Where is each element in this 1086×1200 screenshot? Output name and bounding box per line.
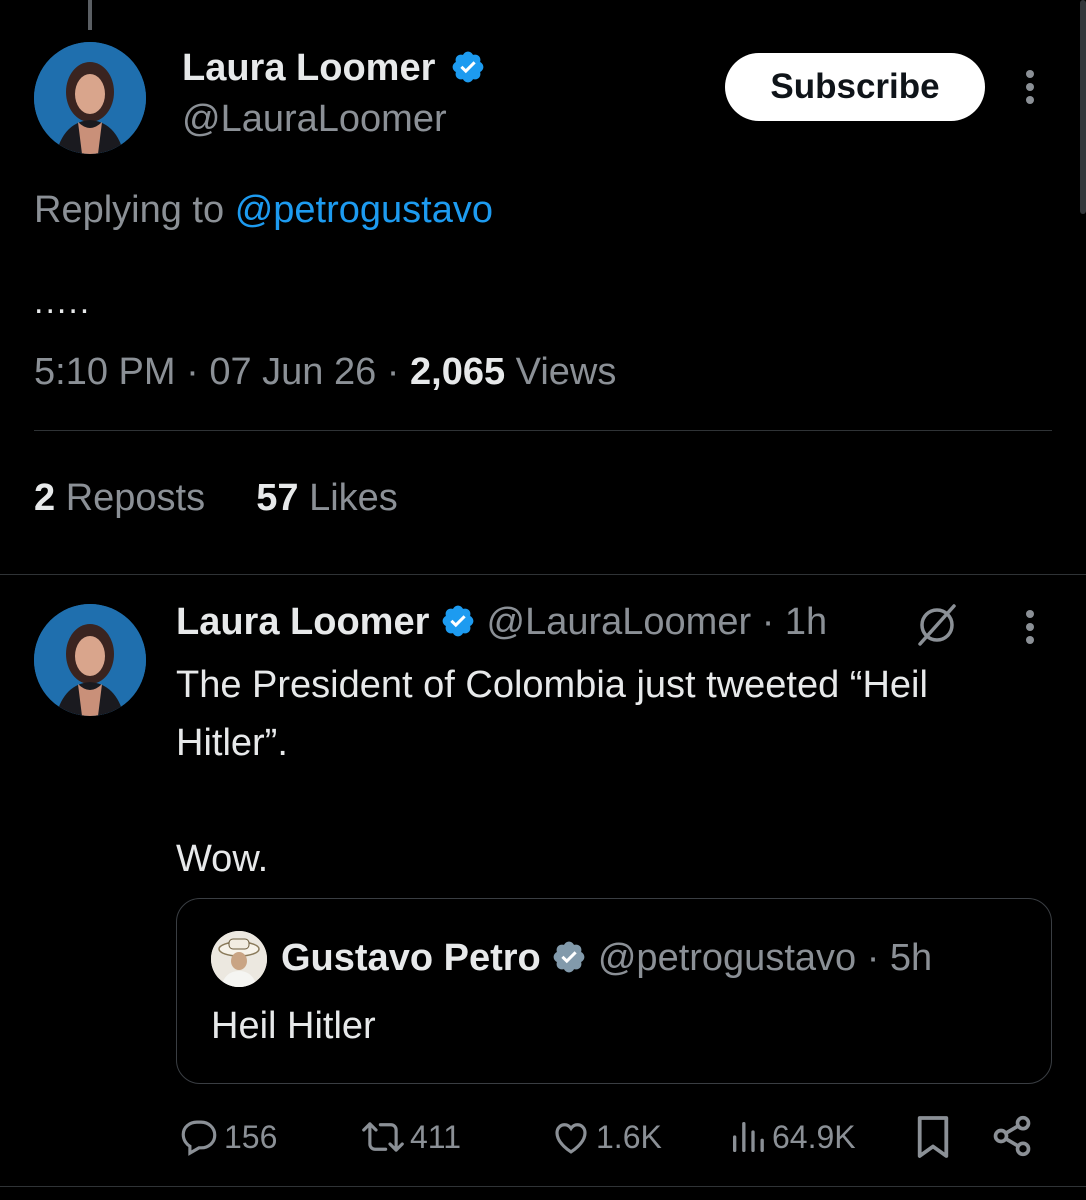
author-name[interactable]: Laura Loomer	[182, 47, 435, 89]
thread-connector-line	[88, 0, 92, 30]
section-divider	[0, 574, 1086, 575]
like-icon	[555, 1123, 587, 1154]
repost-action[interactable]: 411	[360, 1116, 461, 1158]
likes-count: 57	[256, 477, 299, 519]
verified-badge-icon	[442, 605, 474, 637]
author-avatar[interactable]	[34, 42, 146, 154]
reply-text: The President of Colombia just tweeted “…	[176, 656, 1066, 888]
tweet-time[interactable]: 5:10 PM	[34, 351, 176, 393]
bottom-divider	[0, 1186, 1086, 1187]
bookmark-icon[interactable]	[914, 1114, 952, 1160]
tweet-meta: 5:10 PM · 07 Jun 26 · 2,065 Views	[34, 351, 617, 393]
reply-count: 156	[224, 1118, 278, 1155]
likes-label: Likes	[309, 477, 398, 519]
quoted-author-name[interactable]: Gustavo Petro	[281, 937, 541, 979]
views-action[interactable]: 64.9K	[728, 1116, 856, 1158]
views-count: 2,065	[410, 351, 506, 393]
quoted-tweet-card[interactable]: Gustavo Petro @petrogustavo · 5h Heil Hi…	[176, 898, 1052, 1084]
reply-author-name[interactable]: Laura Loomer	[176, 601, 429, 643]
divider	[34, 430, 1052, 431]
reply-icon	[181, 1120, 217, 1156]
scrollbar[interactable]	[1080, 0, 1086, 214]
author-name-row[interactable]: Laura Loomer	[182, 44, 486, 92]
reply-header: Laura Loomer @LauraLoomer · 1h	[176, 598, 827, 646]
tweet-date[interactable]: 07 Jun 26	[209, 351, 376, 393]
repost-icon	[362, 1122, 404, 1152]
verified-badge-icon	[452, 51, 484, 83]
reposts-label: Reposts	[65, 477, 206, 519]
quoted-author-avatar[interactable]	[211, 931, 267, 987]
engagement-stats: 2 Reposts 57 Likes	[34, 474, 398, 522]
views-icon	[733, 1122, 764, 1152]
more-options-icon[interactable]	[1024, 70, 1036, 104]
more-options-icon[interactable]	[1024, 610, 1036, 644]
quoted-text: Heil Hitler	[211, 1005, 376, 1047]
reply-text-line: Wow.	[176, 838, 269, 880]
quoted-time-ago: · 5h	[866, 937, 933, 979]
share-icon[interactable]	[990, 1114, 1034, 1158]
reply-author-handle[interactable]: @LauraLoomer	[487, 601, 752, 643]
reposts-stat[interactable]: 2 Reposts	[34, 477, 216, 519]
views-label: Views	[515, 351, 617, 393]
verified-badge-icon	[553, 941, 585, 973]
replying-to: Replying to @petrogustavo	[34, 186, 493, 234]
replying-to-label: Replying to	[34, 189, 225, 231]
tweet-body: .....	[34, 283, 92, 321]
reply-action[interactable]: 156	[178, 1116, 277, 1158]
replying-to-handle[interactable]: @petrogustavo	[235, 189, 493, 231]
reply-author-avatar[interactable]	[34, 604, 146, 716]
likes-stat[interactable]: 57 Likes	[256, 477, 398, 519]
repost-count: 411	[410, 1118, 462, 1155]
quoted-header: Gustavo Petro @petrogustavo · 5h	[281, 933, 932, 983]
author-handle[interactable]: @LauraLoomer	[182, 96, 447, 142]
quoted-author-handle[interactable]: @petrogustavo	[598, 937, 856, 979]
views-count-action: 64.9K	[772, 1118, 856, 1155]
like-action[interactable]: 1.6K	[550, 1116, 662, 1158]
reply-time-ago[interactable]: · 1h	[762, 601, 827, 643]
like-count: 1.6K	[596, 1118, 662, 1155]
subscribe-button[interactable]: Subscribe	[725, 53, 985, 121]
reply-text-line: Hitler”.	[176, 722, 288, 764]
reply-text-line: The President of Colombia just tweeted “…	[176, 664, 928, 706]
reposts-count: 2	[34, 477, 56, 519]
grok-icon[interactable]	[914, 602, 960, 648]
